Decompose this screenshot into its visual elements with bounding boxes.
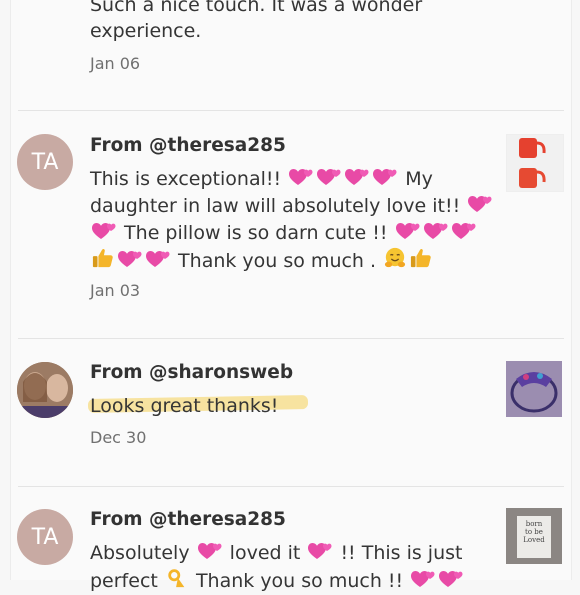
two-hearts-emoji-icon: [411, 568, 435, 595]
review-text: perfect: [90, 570, 158, 592]
review-text-line: This is exceptional!! My: [90, 166, 433, 193]
pillow-text: Loved: [523, 536, 545, 544]
review-date: Dec 30: [90, 428, 147, 447]
thumbs-up-emoji-icon: [410, 247, 432, 275]
listing-photo-headband: [506, 361, 562, 417]
review-date: Jan 03: [90, 281, 141, 300]
review-text: Thank you so much !!: [195, 570, 404, 592]
thumbs-up-emoji-icon: [92, 247, 114, 275]
two-hearts-emoji-icon: [308, 540, 332, 567]
reviewer-name[interactable]: From @sharonsweb: [90, 362, 293, 383]
listing-thumbnail[interactable]: [506, 361, 562, 417]
pillow-text: born: [525, 520, 543, 528]
two-hearts-emoji-icon: [396, 220, 420, 247]
reviewer-name[interactable]: From @theresa285: [90, 509, 286, 530]
avatar[interactable]: [17, 362, 73, 418]
two-hearts-emoji-icon: [198, 540, 222, 567]
review-text-line: The pillow is so darn cute !!: [90, 220, 478, 247]
pillow-text: to be: [525, 528, 543, 536]
two-hearts-emoji-icon: [345, 166, 369, 193]
avatar[interactable]: TA: [17, 134, 73, 190]
hugging-face-emoji-icon: [384, 247, 406, 275]
two-hearts-emoji-icon: [118, 248, 142, 275]
reviewer-name[interactable]: From @theresa285: [90, 135, 286, 156]
two-hearts-emoji-icon: [439, 568, 463, 595]
review-text: My: [405, 168, 433, 190]
pillow-print: born to be Loved: [517, 516, 551, 558]
listing-photo-red-items: [507, 135, 563, 191]
review-text: loved it: [229, 542, 301, 564]
listing-thumbnail[interactable]: born to be Loved: [506, 508, 562, 564]
two-hearts-emoji-icon: [92, 220, 116, 247]
review-text: Such a nice touch. It was a wonder: [90, 0, 423, 16]
divider: [18, 338, 564, 339]
divider: [18, 110, 564, 111]
two-hearts-emoji-icon: [146, 248, 170, 275]
avatar-photo: [17, 362, 73, 418]
review-text: experience.: [90, 20, 202, 42]
listing-thumbnail[interactable]: [506, 134, 564, 192]
two-hearts-emoji-icon: [373, 166, 397, 193]
ok-hand-emoji-icon: [166, 567, 188, 595]
review-date: Jan 06: [90, 54, 141, 73]
review-text-line: Thank you so much .: [90, 247, 434, 275]
two-hearts-emoji-icon: [452, 220, 476, 247]
divider: [18, 486, 564, 487]
review-text: The pillow is so darn cute !!: [124, 222, 388, 244]
review-text: Absolutely: [90, 542, 190, 564]
avatar[interactable]: TA: [17, 509, 73, 565]
review-text-line: Absolutely loved it !! This is just: [90, 540, 462, 567]
review-text-line: perfect Thank you so much !!: [90, 567, 465, 595]
review-text: Thank you so much .: [178, 250, 377, 272]
review-text: This is exceptional!!: [90, 168, 282, 190]
review-text: Looks great thanks!: [90, 395, 279, 417]
two-hearts-emoji-icon: [289, 166, 313, 193]
review-text-line: daughter in law will absolutely love it!…: [90, 193, 494, 220]
two-hearts-emoji-icon: [468, 193, 492, 220]
two-hearts-emoji-icon: [317, 166, 341, 193]
two-hearts-emoji-icon: [424, 220, 448, 247]
review-text: !! This is just: [340, 542, 463, 564]
review-text: daughter in law will absolutely love it!…: [90, 195, 461, 217]
